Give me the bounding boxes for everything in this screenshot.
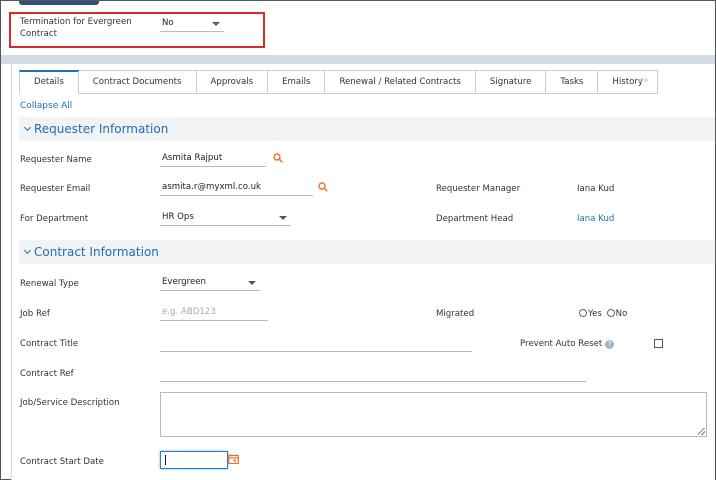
termination-label: Termination for Evergreen Contract xyxy=(20,17,132,39)
contract-title-input[interactable] xyxy=(160,337,472,352)
migrated-yes-label: Yes xyxy=(588,309,602,319)
department-head-link[interactable]: Iana Kud xyxy=(577,213,614,225)
tab-tasks[interactable]: Tasks xyxy=(546,70,599,94)
department-value: HR Ops xyxy=(162,212,194,222)
renewal-type-select[interactable]: Evergreen xyxy=(160,276,260,291)
tab-renewal-related-contracts[interactable]: Renewal / Related Contracts xyxy=(325,70,476,94)
search-icon[interactable] xyxy=(273,153,283,163)
migrated-radio-group: Yes No xyxy=(579,308,627,320)
text-cursor xyxy=(165,455,166,465)
chevron-down-icon xyxy=(248,281,256,285)
job-description-textarea[interactable] xyxy=(160,392,707,437)
termination-value: No xyxy=(162,18,174,28)
job-ref-label: Job Ref xyxy=(20,309,50,319)
requester-email-label: Requester Email xyxy=(20,184,91,194)
migrated-no-radio[interactable] xyxy=(606,309,615,317)
tab-details[interactable]: Details xyxy=(19,70,79,94)
calendar-icon[interactable] xyxy=(228,454,239,464)
requester-section-title: Requester Information xyxy=(34,122,169,136)
department-label: For Department xyxy=(20,214,89,224)
chevron-down-icon xyxy=(23,246,32,255)
contract-ref-input[interactable] xyxy=(160,367,586,382)
chevron-down-icon xyxy=(23,123,32,132)
renewal-type-value: Evergreen xyxy=(162,277,207,287)
tab-contract-documents[interactable]: Contract Documents xyxy=(78,70,197,94)
chevron-down-icon xyxy=(279,216,287,220)
chevron-down-icon xyxy=(212,22,220,26)
contract-section-title: Contract Information xyxy=(34,245,159,259)
renewal-type-label: Renewal Type xyxy=(20,279,79,289)
contract-ref-label: Contract Ref xyxy=(20,369,74,379)
contract-title-label: Contract Title xyxy=(20,339,79,349)
termination-select[interactable]: No xyxy=(160,17,224,32)
job-ref-input[interactable]: e.g. ABD123 xyxy=(160,306,268,321)
section-divider-band xyxy=(1,55,715,64)
contract-start-date-label: Contract Start Date xyxy=(20,457,104,467)
requester-section-header[interactable]: Requester Information xyxy=(19,117,715,141)
tab-approvals[interactable]: Approvals xyxy=(196,70,269,94)
contract-section-header[interactable]: Contract Information xyxy=(19,240,715,264)
collapse-all-link[interactable]: Collapse All xyxy=(20,101,72,111)
migrated-yes-radio[interactable] xyxy=(579,309,587,317)
requester-name-field[interactable]: Asmita Rajput xyxy=(160,152,266,167)
tab-emails[interactable]: Emails xyxy=(268,70,326,94)
requester-manager-label: Requester Manager xyxy=(436,184,521,194)
prevent-auto-reset-label: Prevent Auto Reset? xyxy=(520,338,615,350)
prevent-auto-reset-text: Prevent Auto Reset xyxy=(520,339,603,349)
job-description-label: Job/Service Description xyxy=(20,398,120,408)
contract-start-date-input[interactable] xyxy=(160,451,228,469)
tab-bar: Details Contract Documents Approvals Ema… xyxy=(19,70,658,94)
tab-scroll-arrows-icon[interactable]: «» xyxy=(637,75,649,86)
requester-manager-value: Iana Kud xyxy=(577,184,615,194)
search-icon[interactable] xyxy=(318,182,328,192)
top-tab-stub xyxy=(19,1,99,5)
tab-signature[interactable]: Signature xyxy=(475,70,547,94)
migrated-label: Migrated xyxy=(436,309,475,319)
help-icon[interactable]: ? xyxy=(605,340,615,349)
requester-email-field[interactable]: asmita.r@myxml.co.uk xyxy=(160,181,313,196)
department-select[interactable]: HR Ops xyxy=(160,211,291,226)
resize-handle-icon[interactable] xyxy=(698,428,705,435)
requester-name-label: Requester Name xyxy=(20,155,92,165)
department-head-label: Department Head xyxy=(436,214,514,224)
prevent-auto-reset-checkbox[interactable] xyxy=(654,339,663,348)
migrated-no-label: No xyxy=(615,309,628,319)
